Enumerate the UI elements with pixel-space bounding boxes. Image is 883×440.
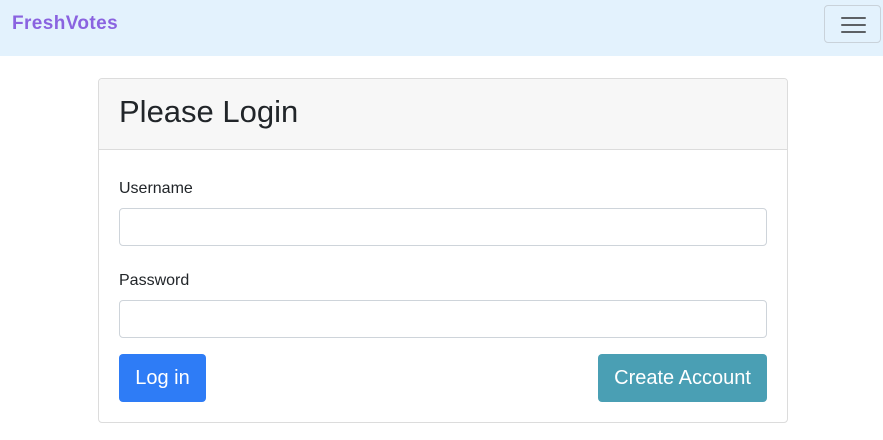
username-input[interactable]	[119, 208, 767, 246]
navbar-toggler-button[interactable]	[824, 5, 881, 43]
create-account-button[interactable]: Create Account	[598, 354, 767, 402]
username-label: Username	[119, 180, 193, 197]
password-input[interactable]	[119, 300, 767, 338]
hamburger-menu-icon	[841, 17, 866, 19]
page-title: Please Login	[119, 94, 299, 129]
login-card: Please Login Username Password Log in Cr…	[98, 78, 788, 423]
login-button[interactable]: Log in	[119, 354, 206, 402]
brand-link[interactable]: FreshVotes	[12, 13, 118, 35]
login-card-header: Please Login	[99, 79, 787, 150]
hamburger-menu-icon-bar	[841, 31, 866, 33]
top-navbar: FreshVotes	[0, 0, 883, 56]
hamburger-menu-icon-bar	[841, 24, 866, 26]
password-label: Password	[119, 272, 190, 289]
